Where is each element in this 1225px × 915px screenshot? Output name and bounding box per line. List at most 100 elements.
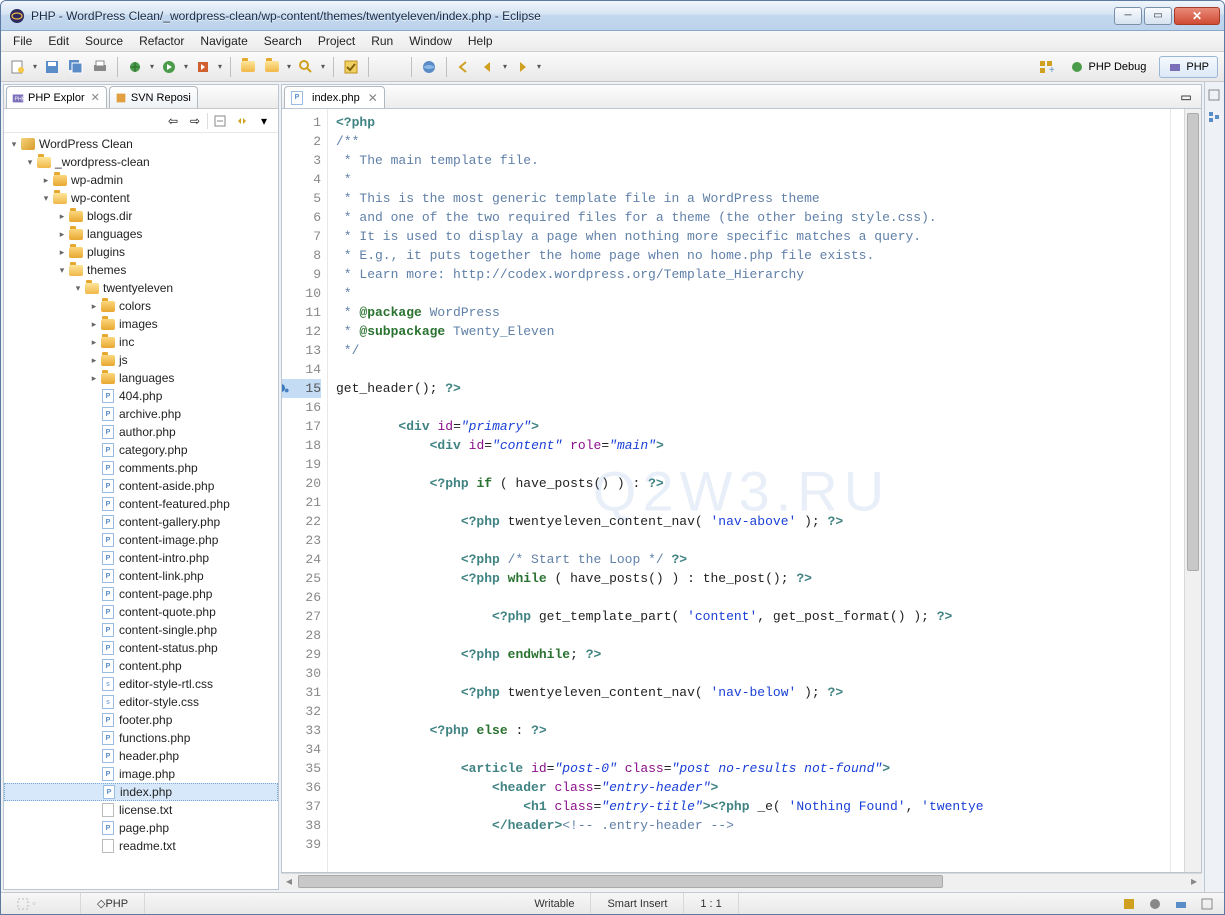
tree-item[interactable]: footer.php [4, 711, 278, 729]
menu-project[interactable]: Project [310, 32, 363, 50]
tree-item[interactable]: ▸images [4, 315, 278, 333]
menu-window[interactable]: Window [401, 32, 460, 50]
last-edit-button[interactable] [453, 56, 475, 78]
tree-item[interactable]: ▸languages [4, 225, 278, 243]
forward-history-button[interactable]: ⇨ [185, 111, 205, 131]
tree-item[interactable]: index.php [4, 783, 278, 801]
tray-icon-4[interactable] [1196, 893, 1218, 915]
tree-item[interactable]: comments.php [4, 459, 278, 477]
toggle-mark-button[interactable] [340, 56, 362, 78]
tree-item[interactable]: image.php [4, 765, 278, 783]
breadcrumb[interactable]: ◇ PHP [81, 893, 145, 914]
restore-icon[interactable] [1207, 88, 1223, 104]
code-editor[interactable]: 1234567891011121314151617181920212223242… [281, 108, 1202, 873]
tree-item[interactable]: ▾wp-content [4, 189, 278, 207]
tree-item[interactable]: ▸js [4, 351, 278, 369]
run-button[interactable] [158, 56, 180, 78]
menu-file[interactable]: File [5, 32, 40, 50]
maximize-button[interactable]: ▭ [1144, 7, 1172, 25]
minimize-button[interactable]: ─ [1114, 7, 1142, 25]
tray-icon-1[interactable] [1118, 893, 1140, 915]
menu-search[interactable]: Search [256, 32, 310, 50]
tree-item[interactable]: content-gallery.php [4, 513, 278, 531]
maximize-editor-button[interactable]: ▭ [1175, 86, 1197, 108]
web-browser-button[interactable] [418, 56, 440, 78]
perspective-php[interactable]: PHP [1159, 56, 1218, 78]
save-button[interactable] [41, 56, 63, 78]
close-icon[interactable]: ✕ [368, 91, 378, 105]
tree-item[interactable]: archive.php [4, 405, 278, 423]
perspective-php-debug[interactable]: PHP Debug [1061, 56, 1155, 78]
tree-item[interactable]: content.php [4, 657, 278, 675]
tab-svn-repositories[interactable]: SVN Reposi [109, 86, 198, 108]
status-position: 1 : 1 [684, 893, 738, 914]
open-perspective-button[interactable]: + [1035, 56, 1057, 78]
tree-item[interactable]: license.txt [4, 801, 278, 819]
tab-php-explorer[interactable]: PHP PHP Explor ✕ [6, 86, 107, 108]
tree-item[interactable]: author.php [4, 423, 278, 441]
debug-button[interactable] [124, 56, 146, 78]
menu-refactor[interactable]: Refactor [131, 32, 192, 50]
back-button[interactable] [477, 56, 499, 78]
tree-item[interactable]: content-link.php [4, 567, 278, 585]
save-all-button[interactable] [65, 56, 87, 78]
tree-item[interactable]: readme.txt [4, 837, 278, 855]
link-editor-button[interactable] [232, 111, 252, 131]
menu-navigate[interactable]: Navigate [192, 32, 255, 50]
right-trim [1204, 82, 1224, 892]
collapse-all-button[interactable] [210, 111, 230, 131]
tree-item[interactable]: ▾themes [4, 261, 278, 279]
print-button[interactable] [89, 56, 111, 78]
project-tree[interactable]: ▾WordPress Clean▾_wordpress-clean▸wp-adm… [4, 133, 278, 889]
tree-item[interactable]: content-status.php [4, 639, 278, 657]
tree-item[interactable]: ▾WordPress Clean [4, 135, 278, 153]
close-button[interactable]: ✕ [1174, 7, 1220, 25]
tree-item[interactable]: ▸blogs.dir [4, 207, 278, 225]
outline-icon[interactable] [1207, 110, 1223, 126]
tree-item[interactable]: page.php [4, 819, 278, 837]
close-icon[interactable]: ✕ [91, 91, 100, 104]
tree-item[interactable]: functions.php [4, 729, 278, 747]
editor-tab-index[interactable]: index.php ✕ [284, 86, 385, 108]
menu-source[interactable]: Source [77, 32, 131, 50]
tree-item[interactable]: ▸wp-admin [4, 171, 278, 189]
back-history-button[interactable]: ⇦ [163, 111, 183, 131]
tree-item[interactable]: ▸colors [4, 297, 278, 315]
tree-item[interactable]: content-page.php [4, 585, 278, 603]
search-button[interactable] [295, 56, 317, 78]
tree-item[interactable]: ▾twentyeleven [4, 279, 278, 297]
tree-item[interactable]: ▾_wordpress-clean [4, 153, 278, 171]
tree-item[interactable]: ▸inc [4, 333, 278, 351]
tree-item[interactable]: content-intro.php [4, 549, 278, 567]
tray-icon-3[interactable] [1170, 893, 1192, 915]
menu-help[interactable]: Help [460, 32, 501, 50]
tree-item[interactable]: seditor-style.css [4, 693, 278, 711]
view-menu-button[interactable]: ▾ [254, 111, 274, 131]
tree-item[interactable]: content-featured.php [4, 495, 278, 513]
code-area[interactable]: <?php/** * The main template file. * * T… [328, 109, 1170, 872]
tree-item[interactable]: content-quote.php [4, 603, 278, 621]
open-type-button[interactable] [237, 56, 259, 78]
tree-item[interactable]: header.php [4, 747, 278, 765]
overview-ruler[interactable] [1170, 109, 1184, 872]
tree-item[interactable]: 404.php [4, 387, 278, 405]
tree-item[interactable]: ▸plugins [4, 243, 278, 261]
status-writable: Writable [518, 893, 591, 914]
tree-item[interactable]: content-single.php [4, 621, 278, 639]
new-button[interactable] [7, 56, 29, 78]
tree-item[interactable]: content-aside.php [4, 477, 278, 495]
open-task-button[interactable] [261, 56, 283, 78]
tree-item[interactable]: ▸languages [4, 369, 278, 387]
menu-edit[interactable]: Edit [40, 32, 77, 50]
forward-button[interactable] [511, 56, 533, 78]
external-tools-button[interactable] [192, 56, 214, 78]
menu-run[interactable]: Run [363, 32, 401, 50]
horizontal-scrollbar[interactable]: ◂ ▸ [281, 873, 1202, 890]
status-marker[interactable]: ◦ [1, 893, 81, 914]
tray-icon-2[interactable] [1144, 893, 1166, 915]
tree-item[interactable]: category.php [4, 441, 278, 459]
tree-item[interactable]: seditor-style-rtl.css [4, 675, 278, 693]
tree-item[interactable]: content-image.php [4, 531, 278, 549]
vertical-scrollbar[interactable] [1184, 109, 1201, 872]
line-gutter[interactable]: 1234567891011121314151617181920212223242… [282, 109, 328, 872]
